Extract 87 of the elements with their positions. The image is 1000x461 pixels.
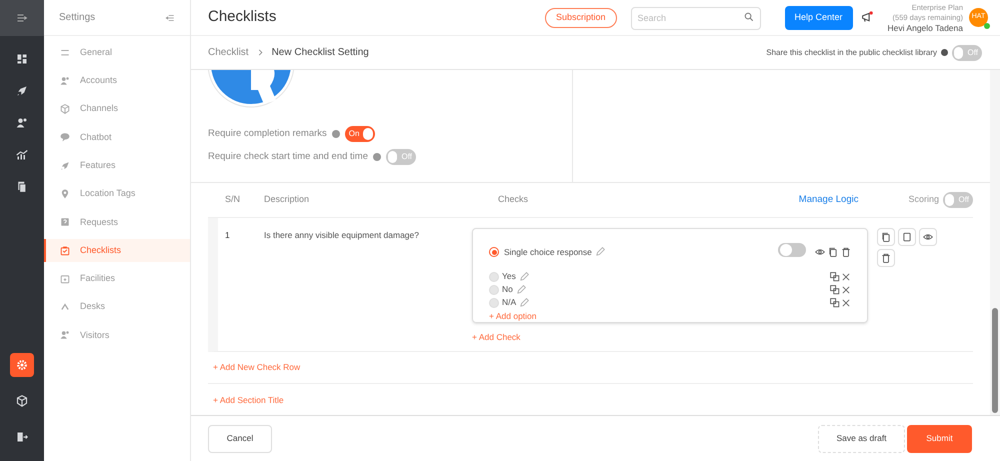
setting-label: Require completion remarks — [208, 126, 327, 141]
documents-icon — [16, 181, 28, 193]
copy-button[interactable] — [898, 228, 916, 246]
breadcrumb-current: New Checklist Setting — [272, 46, 369, 60]
toggle-switch[interactable] — [778, 243, 806, 257]
scrollbar[interactable] — [990, 70, 1000, 415]
expand-icon[interactable] — [16, 12, 28, 24]
column-header: Description — [264, 193, 310, 206]
sidebar-item[interactable]: Visitors — [44, 324, 190, 347]
search-field[interactable]: Search — [630, 6, 760, 30]
copy-icon[interactable] — [828, 247, 838, 257]
sidebar-item[interactable]: Chatbot — [44, 126, 190, 149]
sidebar-item[interactable]: Accounts — [44, 69, 190, 92]
manage-logic-link[interactable]: Manage Logic — [798, 192, 858, 208]
duplicate-icon[interactable] — [830, 272, 840, 282]
sidebar-item[interactable]: Facilities — [44, 267, 190, 290]
add-option-link[interactable]: + Add option — [489, 310, 851, 323]
collapse-icon[interactable] — [165, 12, 175, 22]
sidebar-item[interactable]: Location Tags — [44, 182, 190, 206]
share-label: Share this checklist in the public checklist library — [766, 46, 937, 58]
user-name: Hevi Angelo Tadena — [888, 22, 963, 32]
submit-button[interactable]: Submit — [907, 424, 972, 452]
cancel-button[interactable]: Cancel — [208, 424, 272, 452]
table-cell-text: 1 — [224, 229, 231, 242]
add-section-link[interactable]: + Add Section Title — [213, 394, 284, 406]
sidebar-item[interactable]: Desks — [44, 296, 190, 319]
copy-icon[interactable] — [881, 232, 891, 242]
preview-button[interactable] — [919, 228, 937, 246]
scoring-label: Scoring — [908, 193, 939, 206]
sidebar-title: Settings — [59, 11, 96, 25]
sidebar-item[interactable]: Channels — [44, 98, 190, 121]
response-type: Single choice response — [504, 246, 592, 258]
pin-icon — [60, 188, 70, 199]
sidebar-item[interactable]: Checklists — [44, 239, 190, 262]
copy-button[interactable] — [877, 228, 895, 246]
page-title: Checklists — [208, 7, 276, 28]
trash-icon[interactable] — [881, 253, 891, 263]
checklist-icon — [60, 246, 70, 256]
duplicate-icon[interactable] — [830, 284, 840, 294]
delete-button[interactable] — [877, 249, 895, 267]
duplicate-icon[interactable] — [830, 298, 840, 308]
close-icon[interactable] — [841, 284, 851, 294]
search-icon — [744, 12, 754, 22]
sidebar-item[interactable]: Features — [44, 154, 190, 178]
people-icon — [60, 330, 70, 340]
close-icon[interactable] — [841, 272, 851, 282]
toggle-switch[interactable]: On — [344, 126, 375, 142]
close-icon[interactable] — [841, 298, 851, 308]
breadcrumb-link[interactable]: Checklist — [208, 45, 249, 60]
people-icon — [60, 76, 70, 86]
subscription-button[interactable]: Subscription — [544, 8, 616, 28]
info-icon — [941, 49, 948, 56]
chevron-icon — [256, 49, 264, 56]
announcement-icon[interactable] — [860, 11, 874, 24]
eye-icon[interactable] — [923, 232, 933, 242]
column-header: Checks — [498, 193, 528, 206]
option-label: N/A — [502, 296, 516, 309]
info-icon — [373, 153, 381, 161]
rail-button[interactable] — [10, 353, 34, 377]
gear-icon — [16, 359, 28, 371]
info-icon — [332, 130, 340, 138]
trash-icon[interactable] — [841, 247, 851, 257]
table-cell-text: Is there anny visible equipment damage? — [264, 229, 420, 242]
eye-icon[interactable] — [815, 247, 825, 257]
people-icon — [16, 117, 28, 129]
box-icon — [60, 104, 70, 114]
calendar-icon — [60, 274, 70, 284]
dashboard-icon — [16, 53, 28, 65]
question-icon — [60, 217, 70, 228]
option-label: No — [502, 283, 513, 296]
radio-button[interactable] — [489, 247, 499, 257]
sidebar-item[interactable]: General — [44, 41, 190, 64]
document-icon[interactable] — [902, 232, 912, 242]
setting-label: Require check start time and end time — [208, 150, 368, 164]
option-label: Yes — [502, 270, 516, 283]
sidebar-item[interactable]: Requests — [44, 210, 190, 234]
add-check-link[interactable]: + Add Check — [472, 331, 868, 344]
chart-icon — [16, 149, 28, 161]
add-row-link[interactable]: + Add New Check Row — [213, 361, 300, 374]
box-icon — [16, 395, 28, 407]
rocket-icon — [16, 85, 28, 97]
chat-icon — [60, 132, 70, 142]
rocket-icon — [60, 160, 70, 171]
exit-icon — [16, 431, 28, 443]
save-draft-button[interactable]: Save as draft — [818, 424, 905, 452]
column-header: S/N — [224, 193, 242, 206]
help-center-button[interactable]: Help Center — [784, 6, 853, 30]
